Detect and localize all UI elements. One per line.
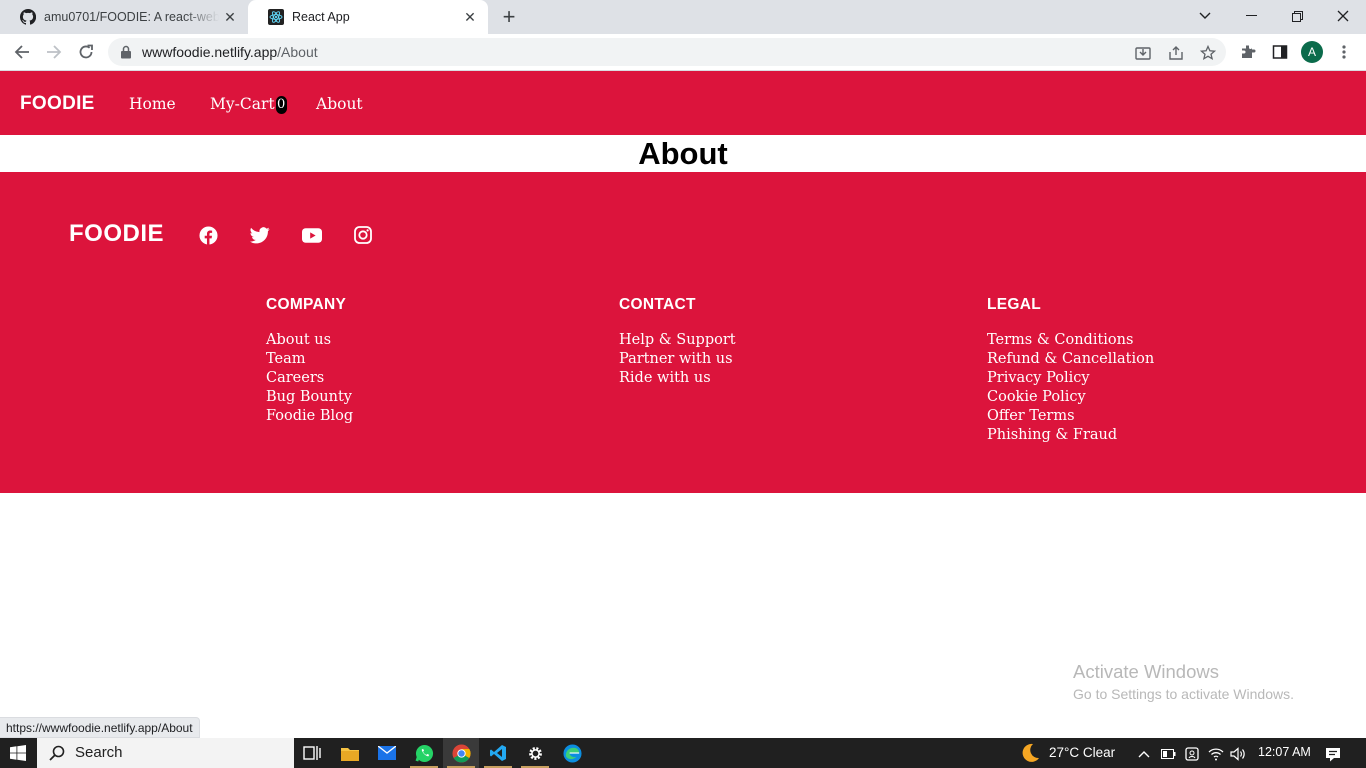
tab-close-icon[interactable]: ✕: [462, 9, 478, 25]
youtube-icon[interactable]: [302, 225, 322, 245]
browser-tabstrip: amu0701/FOODIE: A react-web app ✕ React …: [0, 0, 1366, 34]
new-tab-button[interactable]: +: [498, 6, 520, 29]
footer-link-terms[interactable]: Terms & Conditions: [987, 331, 1154, 350]
footer-link-refund[interactable]: Refund & Cancellation: [987, 350, 1154, 369]
nav-link-home[interactable]: Home: [129, 95, 176, 113]
footer-link-bug-bounty[interactable]: Bug Bounty: [266, 388, 353, 407]
footer-link-partner[interactable]: Partner with us: [619, 350, 736, 369]
footer-link-about-us[interactable]: About us: [266, 331, 353, 350]
nav-link-about[interactable]: About: [316, 95, 363, 113]
windows-start-icon[interactable]: [10, 745, 26, 766]
bookmark-star-icon[interactable]: [1199, 44, 1217, 62]
footer-link-foodie-blog[interactable]: Foodie Blog: [266, 407, 353, 426]
footer-link-help-support[interactable]: Help & Support: [619, 331, 736, 350]
show-hidden-icons-chevron-icon[interactable]: [1136, 746, 1152, 762]
notifications-icon[interactable]: [1325, 746, 1341, 762]
activate-windows-watermark: Activate Windows Go to Settings to activ…: [1073, 661, 1294, 702]
tab-title: React App: [292, 10, 350, 24]
search-label: Search: [75, 744, 123, 761]
back-icon[interactable]: [10, 40, 34, 64]
battery-icon[interactable]: [1160, 746, 1176, 762]
status-url-preview: https://wwwfoodie.netlify.app/About: [0, 717, 200, 738]
tab-github[interactable]: amu0701/FOODIE: A react-web app ✕: [0, 0, 248, 34]
windows-taskbar: Search 27°C Clear 12:07 AM: [0, 738, 1366, 768]
site-brand-logo[interactable]: FOODIE: [20, 93, 95, 115]
settings-gear-icon[interactable]: [517, 738, 553, 768]
footer-link-offer-terms[interactable]: Offer Terms: [987, 407, 1154, 426]
cart-count-badge: 0: [275, 96, 287, 114]
page-title: About: [638, 136, 728, 171]
weather-moon-icon[interactable]: [1018, 742, 1042, 764]
footer-link-careers[interactable]: Careers: [266, 369, 353, 388]
footer-column-title: COMPANY: [266, 296, 347, 313]
wifi-icon[interactable]: [1208, 746, 1224, 762]
footer-column-company: COMPANY About us Team Careers Bug Bounty…: [266, 296, 353, 426]
browser-toolbar: wwwfoodie.netlify.app/About A: [0, 34, 1366, 71]
watermark-subtitle: Go to Settings to activate Windows.: [1073, 686, 1294, 702]
vscode-icon[interactable]: [480, 738, 516, 768]
footer-column-title: CONTACT: [619, 296, 696, 313]
side-panel-icon[interactable]: [1271, 43, 1289, 61]
github-icon: [20, 9, 36, 25]
tab-title: amu0701/FOODIE: A react-web app: [44, 10, 219, 24]
url-host: wwwfoodie.netlify.app: [142, 44, 278, 60]
footer-column-legal: LEGAL Terms & Conditions Refund & Cancel…: [987, 296, 1154, 445]
profile-avatar[interactable]: A: [1301, 41, 1323, 63]
site-footer: FOODIE COMPANY About us Team Careers Bug…: [0, 172, 1366, 493]
forward-icon[interactable]: [42, 40, 66, 64]
url-text: wwwfoodie.netlify.app/About: [142, 44, 318, 60]
volume-icon[interactable]: [1230, 746, 1246, 762]
cart-label: My-Cart: [210, 95, 275, 113]
menu-kebab-icon[interactable]: [1335, 43, 1353, 61]
address-bar[interactable]: wwwfoodie.netlify.app/About: [108, 38, 1226, 66]
restore-button[interactable]: [1274, 0, 1320, 32]
reload-icon[interactable]: [74, 40, 98, 64]
react-icon: [268, 9, 284, 25]
tab-search-chevron-icon[interactable]: [1182, 0, 1228, 32]
facebook-icon[interactable]: [198, 225, 218, 245]
search-icon: [49, 745, 65, 766]
url-path: /About: [277, 44, 318, 60]
mail-icon[interactable]: [369, 738, 405, 768]
weather-text[interactable]: 27°C Clear: [1049, 745, 1115, 760]
lock-icon[interactable]: [120, 45, 132, 64]
footer-brand-logo[interactable]: FOODIE: [69, 220, 164, 248]
nav-link-cart[interactable]: My-Cart 0: [210, 95, 287, 114]
whatsapp-icon[interactable]: [406, 738, 442, 768]
footer-link-privacy[interactable]: Privacy Policy: [987, 369, 1154, 388]
tab-react-app[interactable]: React App ✕: [248, 0, 488, 34]
watermark-title: Activate Windows: [1073, 661, 1219, 682]
footer-link-team[interactable]: Team: [266, 350, 353, 369]
edge-icon[interactable]: [554, 738, 590, 768]
taskbar-search[interactable]: Search: [37, 738, 294, 768]
share-icon[interactable]: [1167, 44, 1185, 62]
clock-time[interactable]: 12:07 AM: [1258, 745, 1311, 759]
file-explorer-icon[interactable]: [332, 738, 368, 768]
minimize-button[interactable]: [1228, 0, 1274, 32]
close-window-button[interactable]: [1320, 0, 1366, 32]
install-app-icon[interactable]: [1134, 44, 1152, 62]
footer-link-cookie[interactable]: Cookie Policy: [987, 388, 1154, 407]
extensions-icon[interactable]: [1239, 43, 1257, 61]
site-navbar: FOODIE Home My-Cart 0 About: [0, 71, 1366, 135]
chrome-icon[interactable]: [443, 738, 479, 768]
footer-column-contact: CONTACT Help & Support Partner with us R…: [619, 296, 736, 388]
instagram-icon[interactable]: [353, 225, 373, 245]
footer-link-ride[interactable]: Ride with us: [619, 369, 736, 388]
twitter-icon[interactable]: [250, 225, 270, 245]
footer-link-phishing[interactable]: Phishing & Fraud: [987, 426, 1154, 445]
tab-close-icon[interactable]: ✕: [222, 9, 238, 25]
footer-column-title: LEGAL: [987, 296, 1042, 313]
meet-now-icon[interactable]: [1184, 746, 1200, 762]
task-view-icon[interactable]: [294, 738, 330, 768]
